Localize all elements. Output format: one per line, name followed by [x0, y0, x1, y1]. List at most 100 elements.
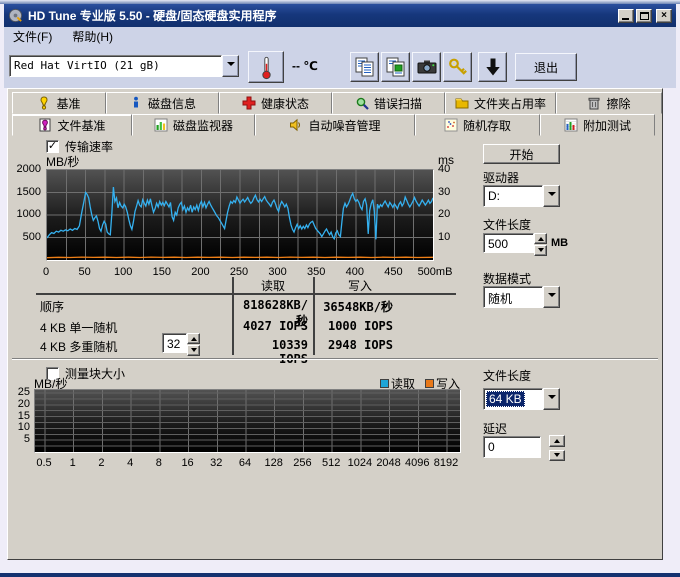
bar-chart-icon	[154, 118, 168, 132]
axis-tick: 2048	[373, 457, 405, 469]
write-column-header: 写入	[315, 277, 405, 294]
close-button[interactable]: ×	[656, 9, 672, 23]
axis-tick: 50	[65, 266, 105, 278]
spin-up-icon	[538, 234, 544, 241]
copy-text-icon	[354, 56, 376, 78]
axis-tick: 4096	[401, 457, 433, 469]
row-sequential-write: 36548KB/秒	[321, 298, 393, 315]
queue-depth-down-button[interactable]	[187, 345, 200, 356]
tab-auto-acoustic[interactable]: 自动噪音管理	[255, 114, 415, 136]
drive-combo-value: D:	[483, 185, 543, 207]
axis-tick: 400	[335, 266, 375, 278]
axis-tick: 4	[114, 457, 146, 469]
checkbox-checked-icon[interactable]: ✓	[46, 140, 59, 153]
axis-tick: 30	[438, 186, 460, 198]
file-length-unit: MB	[551, 237, 568, 249]
delay-label: 延迟	[483, 420, 507, 437]
block-size-chart	[34, 389, 461, 453]
axis-tick: 250	[219, 266, 259, 278]
file-length-value: 500	[483, 233, 534, 253]
save-results-button[interactable]	[478, 52, 507, 82]
axis-tick: 0.5	[28, 457, 60, 469]
row-4k-multi-label: 4 KB 多重随机	[40, 338, 117, 355]
screenshot-button[interactable]	[412, 52, 441, 82]
tab-erase[interactable]: 擦除	[556, 92, 662, 114]
axis-tick: 25	[8, 386, 30, 398]
drive-select-combo[interactable]: Red Hat VirtIO (21 gB)	[9, 55, 239, 77]
tab-disk-monitor[interactable]: 磁盘监视器	[132, 114, 255, 136]
axis-tick: 8192	[430, 457, 462, 469]
write-swatch-icon	[425, 379, 434, 388]
maximize-button[interactable]	[636, 9, 652, 23]
delay-up-button[interactable]	[549, 435, 565, 447]
license-keys-button[interactable]	[443, 52, 472, 82]
axis-tick: 32	[200, 457, 232, 469]
drive-select-arrow[interactable]	[222, 55, 239, 77]
queue-depth-spinner[interactable]: 32	[162, 333, 200, 353]
axis-tick: 200	[180, 266, 220, 278]
row-4k-single-label: 4 KB 单一随机	[40, 319, 117, 336]
data-mode-combo[interactable]: 随机	[483, 286, 560, 308]
block-file-length-value: 64 KB	[486, 391, 525, 407]
delay-input[interactable]: 0	[483, 436, 541, 458]
delay-value: 0	[483, 436, 541, 458]
read-swatch-icon	[380, 379, 389, 388]
copy-image-button[interactable]	[381, 52, 410, 82]
axis-tick: 64	[229, 457, 261, 469]
tab-error-scan[interactable]: 错误扫描	[332, 92, 445, 114]
folder-icon	[455, 96, 469, 110]
tab-health[interactable]: 健康状态	[219, 92, 332, 114]
delay-down-button[interactable]	[549, 450, 565, 462]
menu-help[interactable]: 帮助(H)	[72, 28, 113, 45]
axis-tick: 16	[172, 457, 204, 469]
drive-combo[interactable]: D:	[483, 185, 560, 207]
axis-tick: 500	[13, 231, 41, 243]
tab-row-primary: 文件基准 磁盘监视器 自动噪音管理 随机存取 附加测试	[12, 114, 655, 136]
keys-icon	[447, 56, 469, 78]
section-divider	[12, 358, 658, 360]
axis-tick: 20	[8, 398, 30, 410]
delay-spinner-buttons	[549, 435, 565, 461]
tab-folder-usage[interactable]: 文件夹占用率	[445, 92, 556, 114]
down-arrow-icon	[482, 56, 504, 78]
queue-depth-up-button[interactable]	[187, 333, 200, 344]
data-mode-arrow[interactable]	[543, 286, 560, 308]
file-length-up-button[interactable]	[534, 233, 547, 244]
block-file-length-combo[interactable]: 64 KB	[483, 388, 560, 410]
tab-extra-tests[interactable]: 附加测试	[540, 114, 655, 136]
spin-down-icon	[538, 248, 544, 255]
info-icon	[129, 96, 143, 110]
table-column-divider	[313, 277, 315, 355]
tab-disk-info[interactable]: 磁盘信息	[106, 92, 219, 114]
drive-combo-arrow[interactable]	[543, 185, 560, 207]
minimize-icon	[622, 18, 629, 20]
axis-tick: 40	[438, 163, 460, 175]
file-benchmark-panel: 基准 磁盘信息 健康状态 错误扫描 文件夹占用率 擦除	[7, 88, 663, 560]
tab-benchmark[interactable]: 基准	[12, 92, 106, 114]
axis-tick: 10	[8, 421, 30, 433]
tab-random-access[interactable]: 随机存取	[415, 114, 540, 136]
read-column-header: 读取	[233, 277, 313, 294]
file-benchmark-icon	[38, 118, 52, 132]
axis-tick: 300	[258, 266, 298, 278]
axis-tick: 100	[103, 266, 143, 278]
row-4k-single-read: 4027 IOPS	[236, 319, 308, 333]
title-bar: HD Tune 专业版 5.50 - 硬盘/固态硬盘实用程序 ×	[4, 4, 676, 27]
axis-tick: 1500	[13, 186, 41, 198]
file-length-spinner[interactable]: 500	[483, 233, 547, 253]
file-length-down-button[interactable]	[534, 245, 547, 256]
start-button[interactable]: 开始	[483, 144, 560, 164]
exit-button[interactable]: 退出	[515, 53, 577, 81]
minimize-button[interactable]	[618, 9, 634, 23]
spin-down-icon	[554, 453, 560, 460]
menu-file[interactable]: 文件(F)	[13, 28, 52, 45]
block-file-length-arrow[interactable]	[543, 388, 560, 410]
file-length-label: 文件长度	[483, 216, 531, 233]
axis-tick: 1000	[13, 208, 41, 220]
axis-tick: 512	[315, 457, 347, 469]
temperature-button[interactable]	[248, 51, 284, 83]
copy-text-button[interactable]	[350, 52, 379, 82]
axis-tick: 15	[8, 410, 30, 422]
tab-row-secondary: 基准 磁盘信息 健康状态 错误扫描 文件夹占用率 擦除	[12, 92, 662, 114]
tab-file-benchmark[interactable]: 文件基准	[12, 114, 132, 136]
